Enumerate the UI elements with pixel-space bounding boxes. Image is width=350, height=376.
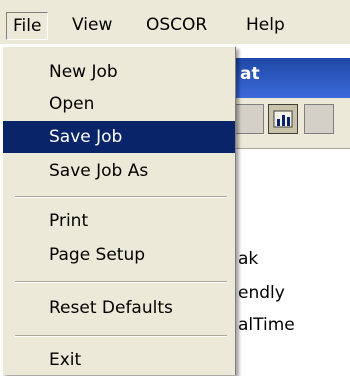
menu-separator bbox=[15, 335, 227, 337]
menu-file[interactable]: File bbox=[6, 12, 49, 40]
background-window-title: at bbox=[240, 64, 260, 84]
menu-view[interactable]: View bbox=[66, 12, 118, 38]
menu-oscor[interactable]: OSCOR bbox=[140, 12, 213, 38]
menu-item-open[interactable]: Open bbox=[3, 88, 235, 120]
toolbar-button-icon[interactable] bbox=[234, 104, 264, 134]
chart-icon-graphic bbox=[273, 110, 293, 128]
menu-item-save-job[interactable]: Save Job bbox=[3, 121, 235, 153]
chart-icon[interactable] bbox=[268, 104, 298, 134]
background-line-3: alTime bbox=[238, 315, 295, 335]
file-menu-dropdown: New Job Open Save Job Save Job As Print … bbox=[2, 46, 236, 375]
menu-separator bbox=[15, 196, 227, 198]
menu-item-save-job-as[interactable]: Save Job As bbox=[3, 155, 235, 187]
toolbar-button-disabled-icon[interactable] bbox=[304, 104, 334, 134]
menu-item-reset-defaults[interactable]: Reset Defaults bbox=[3, 292, 235, 324]
background-line-1: ak bbox=[238, 249, 259, 269]
menu-bar: File View OSCOR Help bbox=[0, 0, 350, 44]
background-line-2: endly bbox=[238, 283, 285, 303]
menu-item-print[interactable]: Print bbox=[3, 205, 235, 237]
menu-item-exit[interactable]: Exit bbox=[3, 344, 235, 376]
menu-help[interactable]: Help bbox=[240, 12, 291, 38]
menu-item-page-setup[interactable]: Page Setup bbox=[3, 239, 235, 271]
menu-separator bbox=[15, 281, 227, 283]
menu-item-new-job[interactable]: New Job bbox=[3, 56, 235, 88]
